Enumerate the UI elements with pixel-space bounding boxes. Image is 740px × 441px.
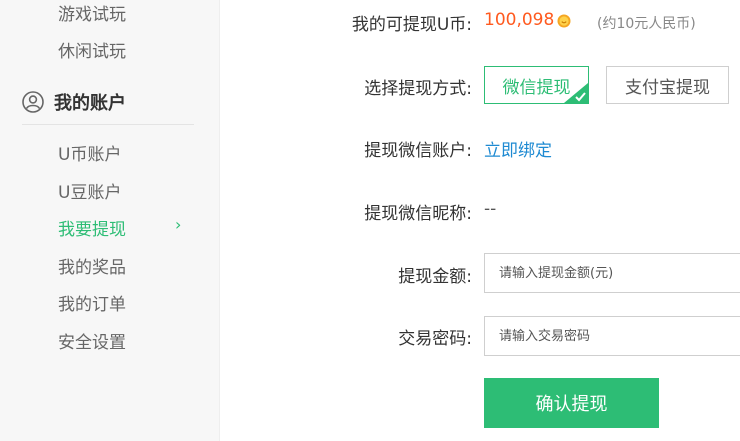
balance-value: 100,098 — [484, 10, 555, 30]
method-label: 选择提现方式: — [364, 79, 472, 99]
wechat-withdraw-label: 微信提现 — [502, 77, 571, 98]
sidebar-item-security[interactable]: 安全设置 — [58, 328, 126, 353]
sidebar-divider — [22, 124, 194, 125]
sidebar: 游戏试玩 休闲试玩 我的账户 U币账户 U豆账户 我要提现 › 我的奖品 我的订… — [0, 0, 220, 441]
sidebar-item-withdraw[interactable]: 我要提现 — [58, 215, 126, 240]
selected-check-icon — [564, 83, 588, 103]
sidebar-item-casual-trial[interactable]: 休闲试玩 — [58, 37, 126, 62]
balance-rmb-note: (约10元人民币) — [597, 16, 696, 32]
alipay-withdraw-button[interactable]: 支付宝提现 — [606, 66, 729, 104]
sidebar-item-orders[interactable]: 我的订单 — [58, 290, 126, 315]
sidebar-item-ucoin-account[interactable]: U币账户 — [58, 140, 121, 165]
wechat-nickname-label: 提现微信昵称: — [364, 204, 472, 224]
sidebar-item-game-trial[interactable]: 游戏试玩 — [58, 0, 126, 25]
wechat-account-label: 提现微信账户: — [364, 141, 472, 161]
coin-icon — [557, 14, 571, 28]
chevron-right-icon: › — [175, 215, 182, 234]
bind-now-link[interactable]: 立即绑定 — [484, 136, 552, 161]
alipay-withdraw-label: 支付宝提现 — [625, 77, 710, 98]
wechat-withdraw-button[interactable]: 微信提现 — [484, 66, 589, 104]
sidebar-item-ubean-account[interactable]: U豆账户 — [58, 178, 121, 203]
trade-password-input[interactable] — [484, 316, 740, 356]
balance-label: 我的可提现U币: — [351, 15, 472, 35]
sidebar-item-prizes[interactable]: 我的奖品 — [58, 253, 126, 278]
amount-label: 提现金额: — [398, 267, 472, 287]
amount-input[interactable] — [484, 253, 740, 293]
sidebar-section-title: 我的账户 — [54, 93, 126, 114]
password-label: 交易密码: — [398, 329, 472, 349]
sidebar-section-account: 我的账户 — [22, 89, 126, 115]
user-icon — [22, 91, 44, 113]
wechat-nickname-value: -- — [484, 199, 497, 219]
confirm-withdraw-button[interactable]: 确认提现 — [484, 378, 659, 428]
